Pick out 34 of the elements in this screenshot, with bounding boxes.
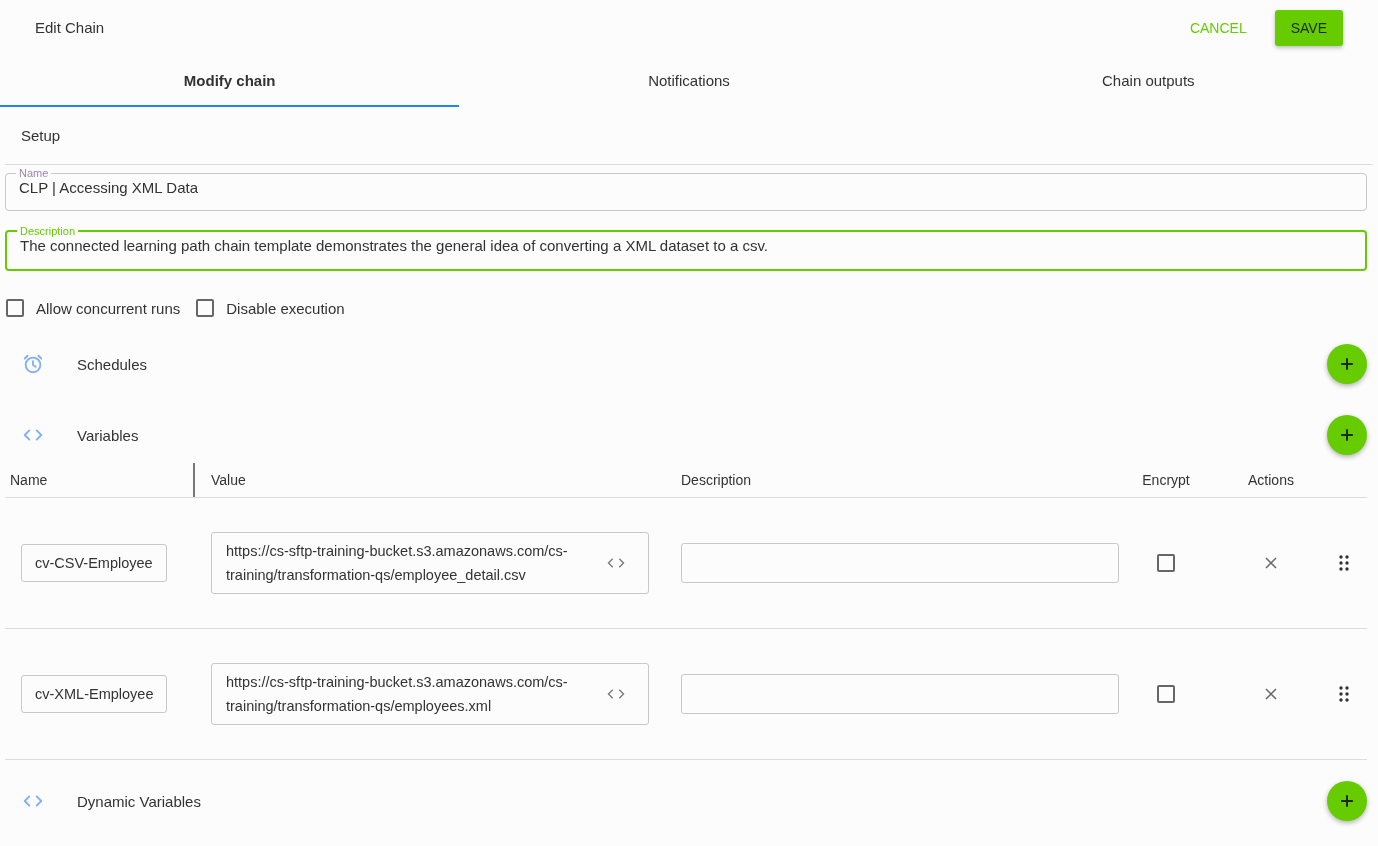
encrypt-checkbox[interactable] bbox=[1157, 685, 1175, 703]
add-button[interactable] bbox=[1327, 415, 1367, 455]
alarm-clock-icon bbox=[22, 353, 44, 375]
column-header: Encrypt bbox=[1141, 472, 1191, 488]
description-field[interactable] bbox=[681, 543, 1119, 583]
text-field[interactable]: Description The connected learning path chain template demonstrates the general idea of converting a XML dataset to a csv. bbox=[5, 225, 1367, 271]
add-button[interactable] bbox=[1327, 344, 1367, 384]
checkbox[interactable] bbox=[196, 299, 215, 317]
checkbox-label: Disable execution bbox=[226, 299, 345, 317]
drag-handle-icon[interactable] bbox=[1339, 555, 1349, 571]
name-field[interactable]: cv-XML-Employee bbox=[21, 675, 168, 713]
section-title: Dynamic Variables bbox=[77, 792, 202, 810]
checkbox-label: Allow concurrent runs bbox=[36, 299, 181, 317]
add-button[interactable] bbox=[1327, 781, 1367, 821]
drag-handle-icon[interactable] bbox=[1339, 686, 1349, 702]
name-field[interactable]: cv-CSV-Employee bbox=[21, 544, 167, 582]
column-header: Description bbox=[680, 472, 753, 488]
encrypt-checkbox[interactable] bbox=[1157, 554, 1175, 572]
text-field[interactable]: Name CLP | Accessing XML Data bbox=[5, 167, 1367, 211]
value-field[interactable]: https://cs-sftp-training-bucket.s3.amazonaws.com/cs-training/transformation-qs/employees.xml bbox=[211, 663, 649, 725]
column-header: Value bbox=[210, 472, 247, 488]
section-title: Schedules bbox=[77, 355, 149, 373]
tab[interactable]: Modify chain bbox=[0, 55, 460, 107]
value-field[interactable]: https://cs-sftp-training-bucket.s3.amazonaws.com/cs-training/transformation-qs/employee_detail.csv bbox=[211, 532, 649, 594]
section-title: Setup bbox=[21, 127, 61, 144]
column-header: Actions bbox=[1247, 472, 1295, 488]
save-button[interactable]: SAVE bbox=[1274, 9, 1343, 46]
tab[interactable]: Chain outputs bbox=[918, 55, 1378, 107]
page-title: Edit Chain bbox=[35, 19, 105, 36]
column-header: Name bbox=[5, 463, 195, 497]
section-title: Variables bbox=[77, 426, 140, 444]
description-field[interactable] bbox=[681, 674, 1119, 714]
tab[interactable]: Notifications bbox=[459, 55, 919, 107]
checkbox[interactable] bbox=[6, 299, 24, 317]
